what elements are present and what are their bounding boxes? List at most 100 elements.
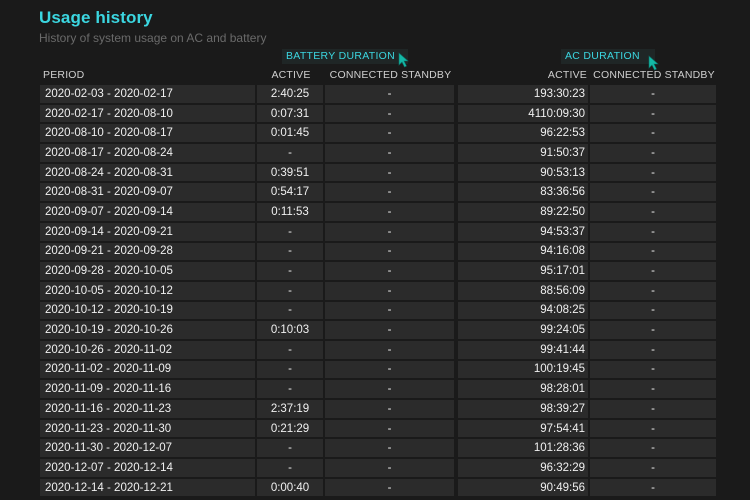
column-header-ac-connected-standby[interactable]: CONNECTED STANDBY <box>590 66 718 83</box>
battery-active-cell: - <box>257 439 325 458</box>
battery-standby-cell: - <box>325 281 456 300</box>
ac-active-cell: 88:56:09 <box>456 281 590 300</box>
table-row: 2020-09-28 - 2020-10-05- -95:17:01- <box>40 262 718 280</box>
column-header-ac-active[interactable]: ACTIVE <box>456 66 590 83</box>
period-cell: 2020-10-12 - 2020-10-19 <box>40 301 257 320</box>
ac-standby-cell: - <box>590 400 718 418</box>
battery-standby-cell: - <box>325 340 456 359</box>
table-row: 2020-12-07 - 2020-12-14- -96:32:29- <box>40 459 718 477</box>
column-header-battery-connected-standby[interactable]: CONNECTED STANDBY <box>325 66 456 83</box>
period-cell: 2020-11-09 - 2020-11-16 <box>40 380 257 398</box>
ac-active-cell: 90:49:56 <box>456 478 590 497</box>
period-cell: 2020-11-23 - 2020-11-30 <box>40 419 257 438</box>
column-header-battery-active[interactable]: ACTIVE <box>257 66 325 83</box>
ac-standby-cell: - <box>590 340 718 359</box>
ac-active-cell: 193:30:23 <box>456 85 590 103</box>
ac-active-cell: 96:22:53 <box>456 124 590 143</box>
table-row: 2020-10-12 - 2020-10-19- -94:08:25- <box>40 301 718 320</box>
period-cell: 2020-10-19 - 2020-10-26 <box>40 321 257 339</box>
ac-active-cell: 94:16:08 <box>456 242 590 261</box>
battery-standby-cell: - <box>325 124 456 143</box>
battery-active-cell: - <box>257 144 325 162</box>
period-cell: 2020-08-24 - 2020-08-31 <box>40 163 257 182</box>
ac-active-cell: 98:39:27 <box>456 400 590 418</box>
battery-standby-cell: - <box>325 301 456 320</box>
battery-active-cell: - <box>257 281 325 300</box>
ac-standby-cell: - <box>590 85 718 103</box>
ac-standby-cell: - <box>590 419 718 438</box>
ac-duration-header: AC DURATION <box>561 49 655 64</box>
battery-active-cell: - <box>257 262 325 280</box>
battery-standby-cell: - <box>325 321 456 339</box>
battery-standby-cell: - <box>325 85 456 103</box>
battery-standby-cell: - <box>325 419 456 438</box>
table-row: 2020-09-14 - 2020-09-21- -94:53:37- <box>40 222 718 241</box>
battery-standby-cell: - <box>325 262 456 280</box>
period-cell: 2020-12-14 - 2020-12-21 <box>40 478 257 497</box>
ac-active-cell: 98:28:01 <box>456 380 590 398</box>
ac-active-cell: 97:54:41 <box>456 419 590 438</box>
usage-history-report: Usage history History of system usage on… <box>0 0 750 500</box>
ac-active-cell: 83:36:56 <box>456 183 590 202</box>
period-cell: 2020-08-17 - 2020-08-24 <box>40 144 257 162</box>
ac-active-cell: 95:17:01 <box>456 262 590 280</box>
ac-standby-cell: - <box>590 321 718 339</box>
battery-active-cell: 0:39:51 <box>257 163 325 182</box>
table-row: 2020-11-09 - 2020-11-16- -98:28:01- <box>40 380 718 398</box>
table-body: 2020-02-03 - 2020-02-17 2:40:25-193:30:23… <box>40 85 718 497</box>
ac-active-cell: 91:50:37 <box>456 144 590 162</box>
ac-standby-cell: - <box>590 439 718 458</box>
battery-standby-cell: - <box>325 439 456 458</box>
period-cell: 2020-10-05 - 2020-10-12 <box>40 281 257 300</box>
ac-standby-cell: - <box>590 360 718 379</box>
battery-standby-cell: - <box>325 222 456 241</box>
table-row: 2020-12-14 - 2020-12-21 0:00:40-90:49:56- <box>40 478 718 497</box>
ac-standby-cell: - <box>590 124 718 143</box>
table-row: 2020-11-02 - 2020-11-09- -100:19:45- <box>40 360 718 379</box>
battery-duration-header: BATTERY DURATION <box>282 49 408 64</box>
ac-standby-cell: - <box>590 281 718 300</box>
period-cell: 2020-09-21 - 2020-09-28 <box>40 242 257 261</box>
ac-standby-cell: - <box>590 380 718 398</box>
battery-active-cell: 0:10:03 <box>257 321 325 339</box>
period-cell: 2020-02-03 - 2020-02-17 <box>40 85 257 103</box>
ac-standby-cell: - <box>590 242 718 261</box>
ac-active-cell: 99:41:44 <box>456 340 590 359</box>
battery-standby-cell: - <box>325 478 456 497</box>
table-row: 2020-09-07 - 2020-09-14 0:11:53-89:22:50- <box>40 203 718 221</box>
battery-active-cell: - <box>257 242 325 261</box>
period-cell: 2020-10-26 - 2020-11-02 <box>40 340 257 359</box>
battery-active-cell: 0:01:45 <box>257 124 325 143</box>
battery-standby-cell: - <box>325 459 456 477</box>
table-row: 2020-11-23 - 2020-11-30 0:21:29-97:54:41- <box>40 419 718 438</box>
ac-active-cell: 100:19:45 <box>456 360 590 379</box>
period-cell: 2020-12-07 - 2020-12-14 <box>40 459 257 477</box>
battery-active-cell: - <box>257 301 325 320</box>
battery-active-cell: - <box>257 380 325 398</box>
period-cell: 2020-08-10 - 2020-08-17 <box>40 124 257 143</box>
table-row: 2020-11-30 - 2020-12-07- -101:28:36- <box>40 439 718 458</box>
ac-standby-cell: - <box>590 163 718 182</box>
ac-standby-cell: - <box>590 262 718 280</box>
ac-standby-cell: - <box>590 183 718 202</box>
column-header-period[interactable]: PERIOD <box>40 66 257 83</box>
battery-standby-cell: - <box>325 144 456 162</box>
usage-history-table: PERIOD ACTIVE CONNECTED STANDBY ACTIVE C… <box>40 64 718 498</box>
battery-standby-cell: - <box>325 203 456 221</box>
ac-standby-cell: - <box>590 459 718 477</box>
ac-standby-cell: - <box>590 222 718 241</box>
battery-standby-cell: - <box>325 104 456 123</box>
battery-active-cell: 0:21:29 <box>257 419 325 438</box>
battery-standby-cell: - <box>325 242 456 261</box>
battery-active-cell: 0:07:31 <box>257 104 325 123</box>
period-cell: 2020-11-16 - 2020-11-23 <box>40 400 257 418</box>
ac-standby-cell: - <box>590 301 718 320</box>
ac-active-cell: 96:32:29 <box>456 459 590 477</box>
page-title: Usage history <box>39 8 153 27</box>
table-row: 2020-08-17 - 2020-08-24- -91:50:37- <box>40 144 718 162</box>
table-row: 2020-09-21 - 2020-09-28- -94:16:08- <box>40 242 718 261</box>
table-row: 2020-10-26 - 2020-11-02- -99:41:44- <box>40 340 718 359</box>
table-row: 2020-10-05 - 2020-10-12- -88:56:09- <box>40 281 718 300</box>
battery-active-cell: 2:40:25 <box>257 85 325 103</box>
table-header-row: PERIOD ACTIVE CONNECTED STANDBY ACTIVE C… <box>40 66 718 83</box>
